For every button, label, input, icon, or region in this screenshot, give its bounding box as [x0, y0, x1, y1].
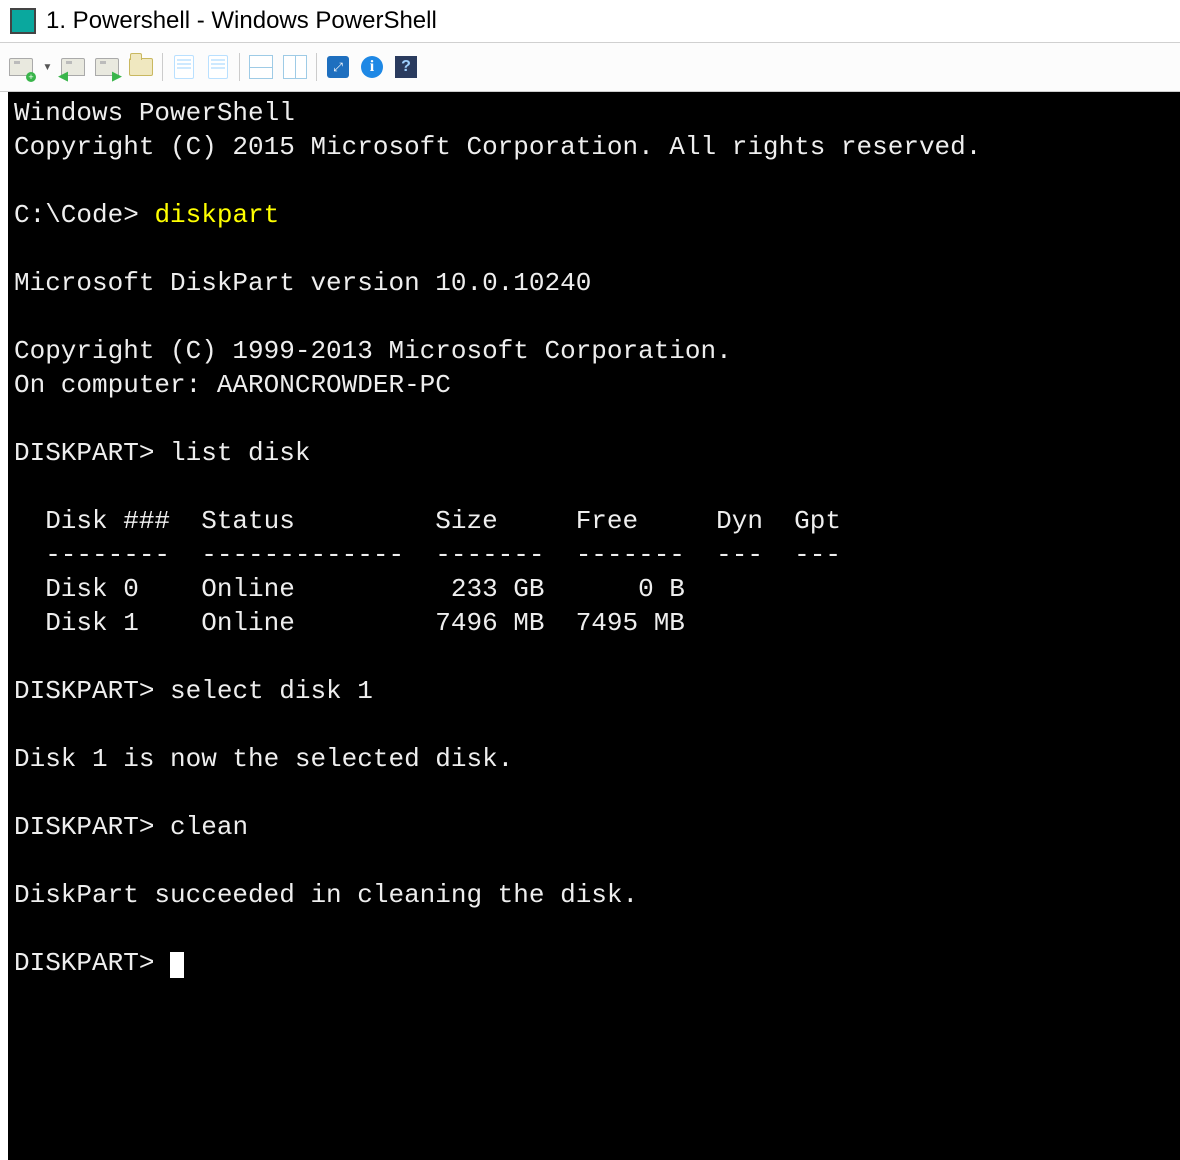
separator	[162, 53, 163, 81]
terminal-line: Windows PowerShell	[14, 98, 295, 128]
table-row: Disk 1 Online 7496 MB 7495 MB	[14, 608, 685, 638]
folder-icon	[129, 58, 153, 76]
new-tab-dropdown[interactable]: ▼	[38, 50, 56, 84]
tab-back-button[interactable]: ◀	[56, 50, 90, 84]
window-title: 1. Powershell - Windows PowerShell	[46, 7, 437, 35]
command-text: diskpart	[154, 200, 279, 230]
command-text: select disk 1	[170, 676, 373, 706]
chevron-down-icon: ▼	[43, 62, 53, 73]
arrow-right-icon: ▶	[112, 68, 122, 84]
separator	[239, 53, 240, 81]
powershell-window: 1. Powershell - Windows PowerShell + ▼ ◀…	[0, 0, 1180, 1160]
document-icon	[174, 55, 194, 79]
command-text: list disk	[170, 438, 310, 468]
split-horizontal-icon	[249, 55, 273, 79]
table-header: Disk ### Status Size Free Dyn Gpt	[14, 506, 841, 536]
plus-icon: +	[26, 72, 36, 82]
terminal-line: Copyright (C) 1999-2013 Microsoft Corpor…	[14, 336, 732, 366]
toolbar: + ▼ ◀ ▶ ⤢	[0, 43, 1180, 92]
command-text: clean	[170, 812, 248, 842]
terminal[interactable]: Windows PowerShell Copyright (C) 2015 Mi…	[8, 92, 1180, 1160]
prompt: DISKPART>	[14, 438, 170, 468]
cursor	[170, 952, 184, 978]
titlebar[interactable]: 1. Powershell - Windows PowerShell	[0, 0, 1180, 43]
doc-button-1[interactable]	[167, 50, 201, 84]
fullscreen-icon: ⤢	[327, 56, 349, 78]
help-button[interactable]: ?	[389, 50, 423, 84]
terminal-line: DiskPart succeeded in cleaning the disk.	[14, 880, 638, 910]
tab-forward-button[interactable]: ▶	[90, 50, 124, 84]
info-button[interactable]: i	[355, 50, 389, 84]
terminal-line: Microsoft DiskPart version 10.0.10240	[14, 268, 591, 298]
prompt: DISKPART>	[14, 948, 170, 978]
terminal-line: On computer: AARONCROWDER-PC	[14, 370, 451, 400]
split-vertical-icon	[283, 55, 307, 79]
help-icon: ?	[395, 56, 417, 78]
fullscreen-button[interactable]: ⤢	[321, 50, 355, 84]
doc-button-2[interactable]	[201, 50, 235, 84]
new-tab-button[interactable]: +	[4, 50, 38, 84]
terminal-line: Disk 1 is now the selected disk.	[14, 744, 513, 774]
table-row: Disk 0 Online 233 GB 0 B	[14, 574, 685, 604]
arrow-left-icon: ◀	[58, 68, 68, 84]
folder-button[interactable]	[124, 50, 158, 84]
prompt: C:\Code>	[14, 200, 154, 230]
split-vertical-button[interactable]	[278, 50, 312, 84]
prompt: DISKPART>	[14, 676, 170, 706]
table-divider: -------- ------------- ------- ------- -…	[14, 540, 841, 570]
prompt: DISKPART>	[14, 812, 170, 842]
app-icon	[10, 8, 36, 34]
split-horizontal-button[interactable]	[244, 50, 278, 84]
separator	[316, 53, 317, 81]
terminal-line: Copyright (C) 2015 Microsoft Corporation…	[14, 132, 981, 162]
info-icon: i	[361, 56, 383, 78]
document-icon	[208, 55, 228, 79]
